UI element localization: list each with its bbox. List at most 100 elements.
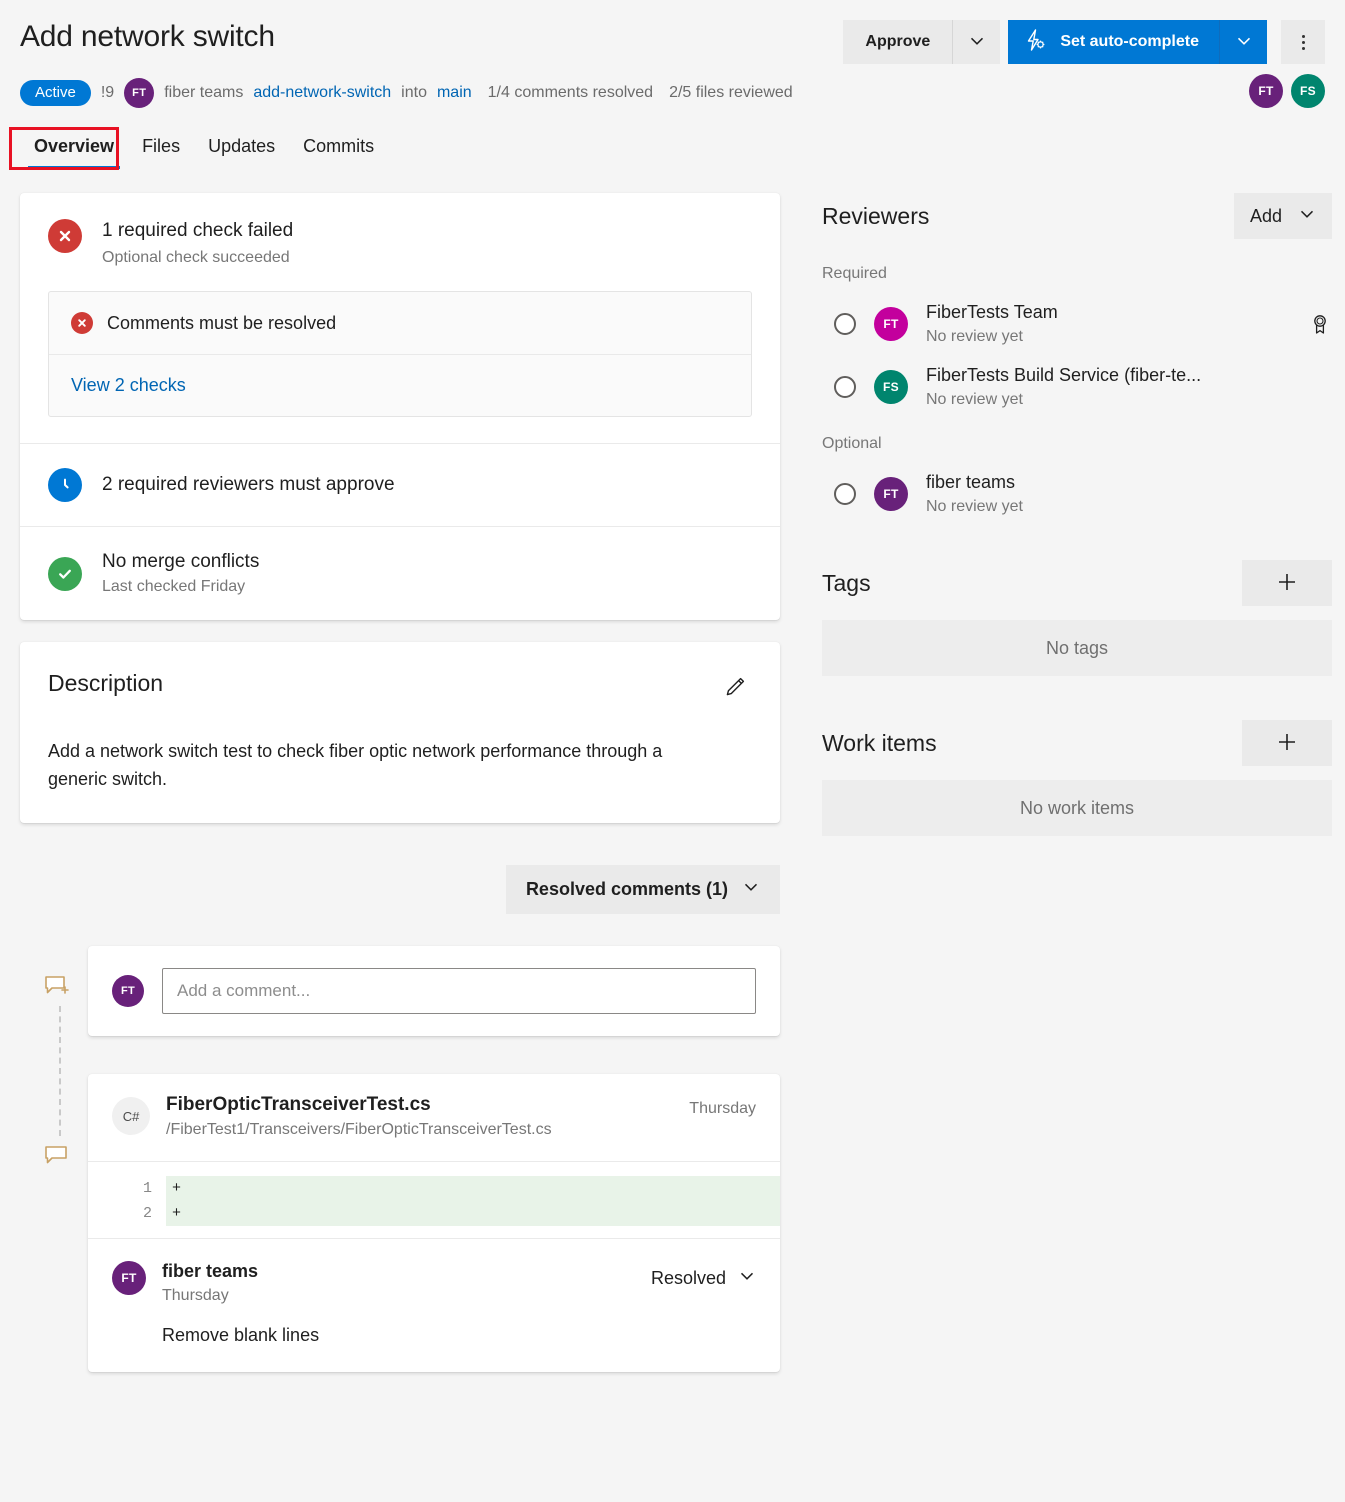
tags-section: Tags No tags (822, 560, 1332, 676)
add-tag-button[interactable] (1242, 560, 1332, 606)
comments-resolved-count: 1/4 comments resolved (488, 84, 653, 102)
overflow-menu-icon (1302, 35, 1305, 50)
add-comment-input[interactable] (162, 968, 756, 1014)
optional-reviewers-label: Optional (822, 435, 1332, 453)
tab-files[interactable]: Files (128, 130, 194, 169)
merge-conflicts-check: No merge conflicts Last checked Friday (20, 527, 780, 620)
reviewer-vote-radio[interactable] (834, 483, 856, 505)
avatar: FT (874, 477, 908, 511)
tab-commits[interactable]: Commits (289, 130, 388, 169)
chevron-down-icon (1235, 32, 1253, 53)
reviewer-vote-radio[interactable] (834, 376, 856, 398)
comment-gutter (42, 946, 78, 1372)
thread-status-dropdown[interactable]: Resolved (651, 1261, 756, 1290)
optional-check-subtitle: Optional check succeeded (102, 249, 293, 267)
reviewer-row[interactable]: FS FiberTests Build Service (fiber-te...… (822, 364, 1332, 409)
add-reviewer-label: Add (1250, 206, 1282, 227)
status-badge: Active (20, 80, 91, 106)
tab-bar: Overview Files Updates Commits (0, 130, 1345, 169)
diff-line: 2 + (88, 1201, 780, 1226)
work-items-header: Work items (822, 720, 1332, 766)
comment-threads: FT C# FiberOpticTransceiverTest.cs /Fibe… (20, 946, 780, 1372)
lightning-gear-icon (1024, 28, 1048, 57)
reviewer-row[interactable]: FT fiber teams No review yet (822, 471, 1332, 516)
source-branch-link[interactable]: add-network-switch (253, 84, 391, 102)
plus-icon (1276, 731, 1298, 756)
reviewer-vote-radio[interactable] (834, 313, 856, 335)
add-comment-icon (42, 972, 72, 1007)
approve-split-button: Approve (843, 20, 1000, 64)
diff-line-number: 2 (88, 1205, 166, 1222)
add-work-item-button[interactable] (1242, 720, 1332, 766)
work-items-title: Work items (822, 730, 937, 757)
reply-author: fiber teams (162, 1261, 258, 1282)
reviewer-row[interactable]: FT FiberTests Team No review yet (822, 301, 1332, 346)
pencil-icon (722, 674, 748, 703)
required-reviewer-award-icon (1308, 312, 1332, 336)
diff-line: 1 + (88, 1176, 780, 1201)
avatar: FT (874, 307, 908, 341)
failed-check-summary: 1 required check failed Optional check s… (20, 193, 780, 291)
reply-author-block: fiber teams Thursday (162, 1261, 258, 1305)
resolved-comments-bar: Resolved comments (1) (20, 865, 780, 914)
autocomplete-dropdown-button[interactable] (1219, 20, 1267, 64)
set-auto-complete-button[interactable]: Set auto-complete (1008, 20, 1219, 64)
add-comment-card: FT (88, 946, 780, 1036)
add-reviewer-button[interactable]: Add (1234, 193, 1332, 239)
reviewer-name: FiberTests Build Service (fiber-te... (926, 364, 1201, 386)
work-items-section: Work items No work items (822, 720, 1332, 836)
file-thread-titles: FiberOpticTransceiverTest.cs /FiberTest1… (166, 1094, 552, 1139)
reviewer-name: FiberTests Team (926, 301, 1058, 323)
description-header: Description (48, 670, 752, 707)
view-checks-link[interactable]: View 2 checks (71, 375, 186, 396)
reply-body: Remove blank lines (112, 1325, 756, 1346)
file-path: /FiberTest1/Transceivers/FiberOpticTrans… (166, 1121, 552, 1139)
comment-icon (42, 1142, 72, 1177)
tab-overview[interactable]: Overview (20, 130, 128, 169)
avatar: FT (112, 975, 144, 1007)
reply-header: FT fiber teams Thursday Resolved (112, 1261, 756, 1305)
reviewer-info: FiberTests Team No review yet (926, 301, 1058, 346)
approve-dropdown-button[interactable] (952, 20, 1000, 64)
more-options-button[interactable] (1281, 20, 1325, 64)
clock-icon (48, 468, 82, 502)
header-actions: Approve (843, 20, 1325, 64)
avatar: FT (124, 78, 154, 108)
policy-row-comments: Comments must be resolved (49, 292, 751, 354)
thread-status-label: Resolved (651, 1268, 726, 1289)
edit-description-button[interactable] (718, 670, 752, 707)
avatar[interactable]: FT (1249, 74, 1283, 108)
into-label: into (401, 84, 427, 102)
csharp-file-icon: C# (112, 1097, 150, 1135)
main-column: 1 required check failed Optional check s… (20, 193, 780, 1372)
target-branch-link[interactable]: main (437, 84, 472, 102)
reviewer-status: No review yet (926, 391, 1201, 409)
resolved-comments-dropdown[interactable]: Resolved comments (1) (506, 865, 780, 914)
chevron-down-icon (742, 878, 760, 901)
tab-updates[interactable]: Updates (194, 130, 289, 169)
avatar: FT (112, 1261, 146, 1295)
diff-line-content: + (166, 1176, 780, 1201)
chevron-down-icon (968, 32, 986, 53)
error-icon (71, 312, 93, 334)
reviewer-status: No review yet (926, 328, 1058, 346)
thread-connector-line (59, 1006, 61, 1136)
policy-checks-card: 1 required check failed Optional check s… (20, 193, 780, 620)
pr-meta-row: Active !9 FT fiber teams add-network-swi… (20, 78, 1325, 108)
check-circle-icon (48, 557, 82, 591)
resolved-comments-label: Resolved comments (1) (526, 879, 728, 900)
description-card: Description Add a network switch test to… (20, 642, 780, 823)
sidebar: Reviewers Add Required FT FiberTests Tea… (822, 193, 1332, 1372)
plus-icon (1276, 571, 1298, 596)
chevron-down-icon (738, 1267, 756, 1290)
avatar[interactable]: FS (1291, 74, 1325, 108)
required-reviewers-label: Required (822, 265, 1332, 283)
diff-line-content: + (166, 1201, 780, 1226)
approve-button[interactable]: Approve (843, 20, 952, 64)
merge-status-text: No merge conflicts Last checked Friday (102, 551, 259, 596)
reviewer-info: fiber teams No review yet (926, 471, 1023, 516)
autocomplete-split-button: Set auto-complete (1008, 20, 1267, 64)
pr-id: !9 (101, 84, 114, 102)
file-name[interactable]: FiberOpticTransceiverTest.cs (166, 1094, 552, 1116)
description-title: Description (48, 670, 163, 697)
